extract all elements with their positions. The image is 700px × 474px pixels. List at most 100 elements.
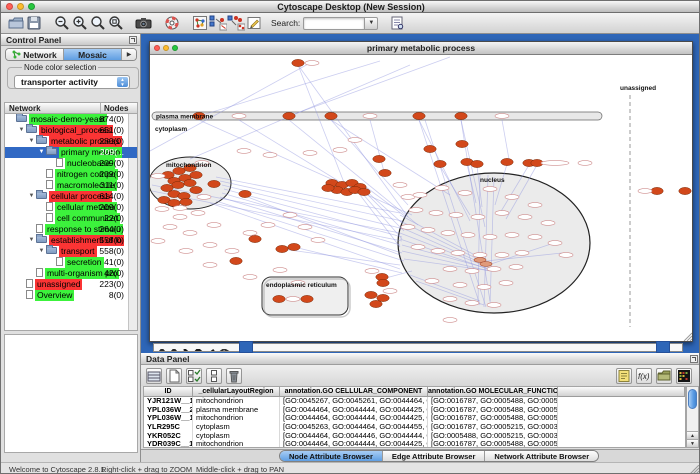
tree-item-establishment-of-lo[interactable]: ▼establishment of lo558(0): [5, 235, 137, 246]
network-window-titlebar[interactable]: primary metabolic process: [150, 42, 692, 55]
tree-item-mosaic-demo-yeast[interactable]: mosaic-demo-yeast874(0): [5, 114, 137, 125]
resize-grip-icon[interactable]: [690, 465, 699, 474]
scrollbar-thumb[interactable]: [688, 389, 697, 409]
tree-item-nucleobase-[interactable]: nucleobase-209(0): [5, 158, 137, 169]
open-session-icon[interactable]: [7, 14, 25, 32]
table-row[interactable]: YPL036W__1mitochondrion[GO:0044464, GO:0…: [144, 414, 685, 423]
tree-item-primary-metabo[interactable]: ▼primary metabo209(...: [5, 147, 137, 158]
attribute-table-icon[interactable]: [146, 368, 162, 384]
tab-network-attribute-browser[interactable]: Network Attribute Browser: [485, 451, 598, 461]
network-overview-icon[interactable]: [191, 14, 209, 32]
apply-layout-b-icon[interactable]: [227, 14, 245, 32]
save-session-icon[interactable]: [25, 14, 43, 32]
network-node[interactable]: [455, 112, 467, 119]
tab-edge-attribute-browser[interactable]: Edge Attribute Browser: [383, 451, 485, 461]
float-panel-icon[interactable]: [129, 36, 137, 44]
tree-item-cellular-process[interactable]: ▼cellular process614(0): [5, 191, 137, 202]
scroll-up-icon[interactable]: ▲: [687, 431, 698, 439]
tree-item-metabolic-process[interactable]: ▼metabolic process280(0): [5, 136, 137, 147]
network-node[interactable]: [208, 180, 220, 187]
network-node[interactable]: [273, 295, 285, 302]
network-node[interactable]: [239, 190, 251, 197]
delete-attribute-icon[interactable]: [226, 368, 242, 384]
network-node[interactable]: [471, 160, 483, 167]
notes-icon[interactable]: [616, 368, 632, 384]
table-row[interactable]: YDR039C__1mitochondrion[GO:0044464, GO:0…: [144, 440, 685, 448]
zoom-out-icon[interactable]: [53, 14, 71, 32]
network-node[interactable]: [377, 279, 389, 286]
network-node[interactable]: [325, 112, 337, 119]
table-row[interactable]: YKR052Ccytoplasm[GO:0044464, GO:0044446,…: [144, 432, 685, 441]
search-input[interactable]: [303, 17, 365, 30]
network-node[interactable]: [249, 235, 261, 242]
float-data-panel-icon[interactable]: [690, 355, 698, 363]
network-node[interactable]: [180, 198, 192, 205]
network-node[interactable]: [283, 112, 295, 119]
function-builder-icon[interactable]: f(x): [636, 368, 652, 384]
network-node[interactable]: [276, 245, 288, 252]
network-node[interactable]: [456, 140, 468, 147]
help-icon[interactable]: [163, 14, 181, 32]
scroll-down-icon[interactable]: ▼: [687, 439, 698, 447]
network-node[interactable]: [434, 160, 446, 167]
network-node[interactable]: [292, 59, 304, 66]
table-scrollbar[interactable]: ▲ ▼: [686, 386, 699, 448]
tree-item-cellular-metabo[interactable]: cellular metabo209(0): [5, 202, 137, 213]
network-view-window[interactable]: primary metabolic process plasma membran…: [149, 41, 693, 342]
tree-item-macromolecule[interactable]: macromolecule311(0): [5, 180, 137, 191]
expand-arrow-icon[interactable]: ▼: [27, 235, 36, 246]
expand-arrow-icon[interactable]: ▼: [27, 136, 36, 147]
tree-item-cell-communicat[interactable]: cell communicat22(0): [5, 213, 137, 224]
create-attribute-icon[interactable]: [166, 368, 182, 384]
tree-item-overview[interactable]: Overview8(0): [5, 290, 137, 301]
network-node[interactable]: [172, 181, 184, 188]
import-attributes-icon[interactable]: [656, 368, 672, 384]
column-header[interactable]: _cellularLayoutRegion: [193, 387, 280, 396]
tree-item-response-to-stimulu[interactable]: response to stimulu264(0): [5, 224, 137, 235]
select-attributes-icon[interactable]: [186, 368, 202, 384]
birds-eye-view[interactable]: [4, 334, 138, 453]
tree-item-multi-organism-pro[interactable]: multi-organism pro42(0): [5, 268, 137, 279]
tree-item-biological-process[interactable]: ▼biological_process651(0): [5, 125, 137, 136]
table-row[interactable]: YPL036W__2plasma membrane[GO:0044464, GO…: [144, 406, 685, 415]
zoom-fit-icon[interactable]: [107, 14, 125, 32]
network-node[interactable]: [190, 186, 202, 193]
window-resize-grip[interactable]: [684, 333, 692, 341]
annotations-icon[interactable]: [245, 14, 263, 32]
window-titlebar[interactable]: Cytoscape Desktop (New Session): [1, 1, 700, 13]
tab-mosaic[interactable]: Mosaic: [64, 49, 122, 60]
tree-item-nitrogen-compo[interactable]: nitrogen compo209(0): [5, 169, 137, 180]
network-node[interactable]: [230, 257, 242, 264]
tree-item-secretion[interactable]: secretion41(0): [5, 257, 137, 268]
network-node[interactable]: [424, 145, 436, 152]
network-node[interactable]: [322, 184, 334, 191]
expand-arrow-icon[interactable]: ▼: [17, 125, 26, 136]
network-node[interactable]: [365, 291, 377, 298]
network-node[interactable]: [370, 300, 382, 307]
table-row[interactable]: YJR121W__1mitochondrion[GO:0045267, GO:0…: [144, 397, 685, 406]
matrix-view-icon[interactable]: [676, 368, 692, 384]
tab-node-attribute-browser[interactable]: Node Attribute Browser: [280, 451, 383, 461]
zoom-selected-icon[interactable]: [89, 14, 107, 32]
unselect-attributes-icon[interactable]: [206, 368, 222, 384]
network-node[interactable]: [301, 295, 313, 302]
attribute-table[interactable]: ID_cellularLayoutRegionannotation.GO CEL…: [143, 386, 686, 448]
tab-network[interactable]: Network: [6, 49, 64, 60]
node-color-dropdown[interactable]: transporter activity ▲▼: [14, 75, 130, 89]
network-node[interactable]: [358, 188, 370, 195]
tree-item-unassigned[interactable]: unassigned223(0): [5, 279, 137, 290]
tree-item-transport[interactable]: ▼transport558(0): [5, 246, 137, 257]
network-node[interactable]: [288, 243, 300, 250]
snapshot-icon[interactable]: [135, 14, 153, 32]
expand-arrow-icon[interactable]: ▼: [37, 246, 46, 257]
table-row[interactable]: YLR295Ccytoplasm[GO:0045263, GO:0044464,…: [144, 423, 685, 432]
network-canvas[interactable]: plasma membrane cytoplasm mitochondrion …: [150, 55, 692, 341]
expand-arrow-icon[interactable]: ▼: [37, 147, 46, 158]
attribute-table-header[interactable]: ID_cellularLayoutRegionannotation.GO CEL…: [144, 387, 685, 397]
column-header[interactable]: ID: [144, 387, 193, 396]
network-node[interactable]: [679, 187, 691, 194]
column-header[interactable]: annotation.GO CELLULAR_COMPONENT: [280, 387, 428, 396]
network-node[interactable]: [190, 171, 202, 178]
zoom-in-icon[interactable]: [71, 14, 89, 32]
tab-scroll-right-icon[interactable]: ▶: [122, 49, 136, 60]
